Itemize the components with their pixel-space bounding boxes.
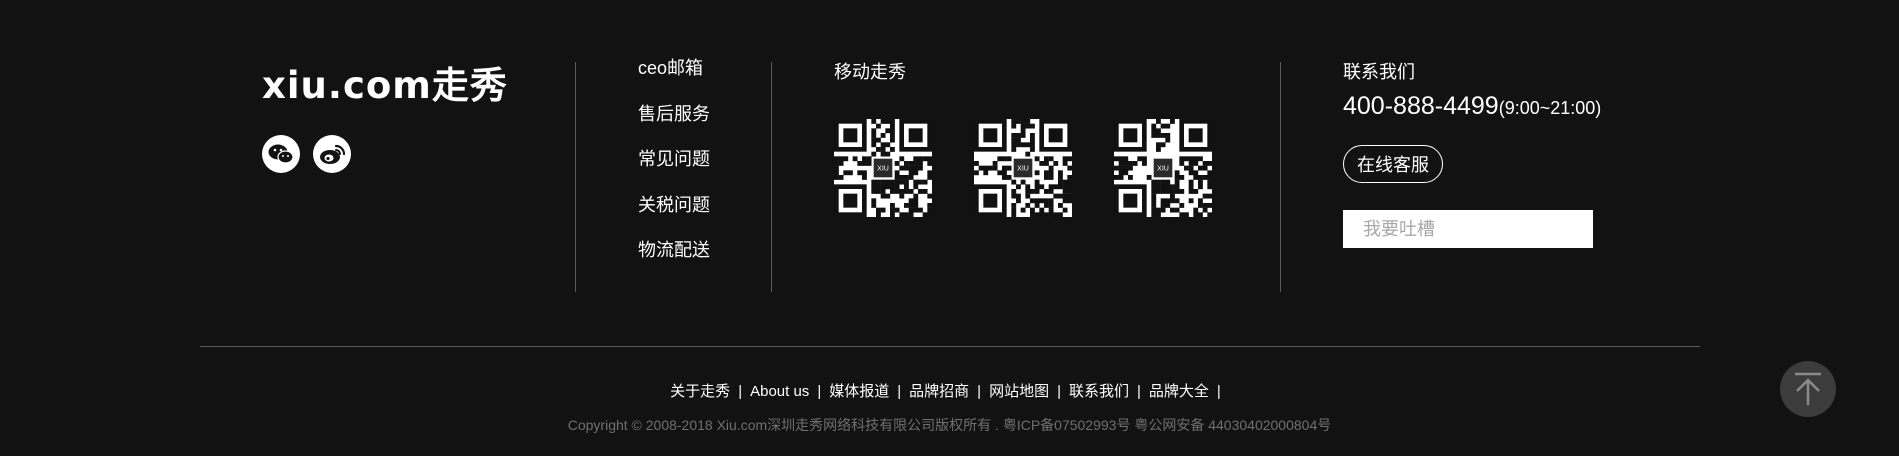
copyright-text: Copyright © 2008-2018 Xiu.com深圳走秀网络科技有限公… (567, 417, 1332, 433)
link-all-brands[interactable]: 品牌大全 (1149, 383, 1209, 400)
qr-badge: XIU (877, 166, 889, 173)
contact-title: 联系我们 (1343, 62, 1415, 82)
qr-code: XIU (834, 119, 933, 218)
divider-1 (575, 62, 576, 292)
site-logo[interactable]: xiu.com走秀 (262, 62, 508, 107)
phone-text: 400-888-4499 (1343, 92, 1499, 120)
online-service-button[interactable]: 在线客服 (1343, 145, 1443, 183)
mobile-title: 移动走秀 (834, 62, 906, 82)
divider-2 (771, 62, 772, 292)
divider-3 (1280, 62, 1281, 292)
link-about-us[interactable]: About us (750, 383, 809, 400)
weibo-icon (320, 144, 346, 164)
weibo-button[interactable] (313, 135, 351, 173)
wechat-icon (268, 144, 294, 164)
link-about[interactable]: 关于走秀 (670, 383, 730, 400)
qr-pattern: XIU (974, 119, 1073, 218)
wechat-button[interactable] (262, 135, 300, 173)
bottom-links: 关于走秀 | About us | 媒体报道 | 品牌招商 | 网站地图 | 联系我们 | 品牌大全 | (670, 383, 1221, 400)
phone-number: 400-888-4499(9:00~21:00) (1343, 92, 1601, 121)
link-customs[interactable]: 关税问题 (638, 195, 710, 215)
link-faq[interactable]: 常见问题 (638, 149, 710, 169)
arrow-up-icon (1795, 372, 1821, 405)
footer-divider (200, 346, 1700, 347)
link-logistics[interactable]: 物流配送 (638, 240, 710, 260)
back-to-top-button[interactable] (1780, 361, 1836, 417)
link-media[interactable]: 媒体报道 (829, 383, 889, 400)
service-hours: (9:00~21:00) (1498, 98, 1602, 118)
qr-code: XIU (974, 119, 1073, 218)
qr-code: XIU (1114, 119, 1213, 218)
link-brand-invest[interactable]: 品牌招商 (909, 383, 969, 400)
logo-text: xiu.com走秀 (262, 64, 508, 107)
qr-pattern: XIU (1114, 119, 1213, 218)
footer-links: ceo邮箱 售后服务 常见问题 关税问题 物流配送 (638, 58, 710, 286)
link-contact[interactable]: 联系我们 (1069, 383, 1129, 400)
link-ceo-mail[interactable]: ceo邮箱 (638, 58, 710, 78)
social-icons (262, 135, 351, 173)
feedback-input[interactable] (1343, 210, 1593, 248)
link-after-sales[interactable]: 售后服务 (638, 104, 710, 124)
qr-badge: XIU (1157, 166, 1169, 173)
qr-badge: XIU (1017, 166, 1029, 173)
link-sitemap[interactable]: 网站地图 (989, 383, 1049, 400)
qr-pattern: XIU (834, 119, 933, 218)
